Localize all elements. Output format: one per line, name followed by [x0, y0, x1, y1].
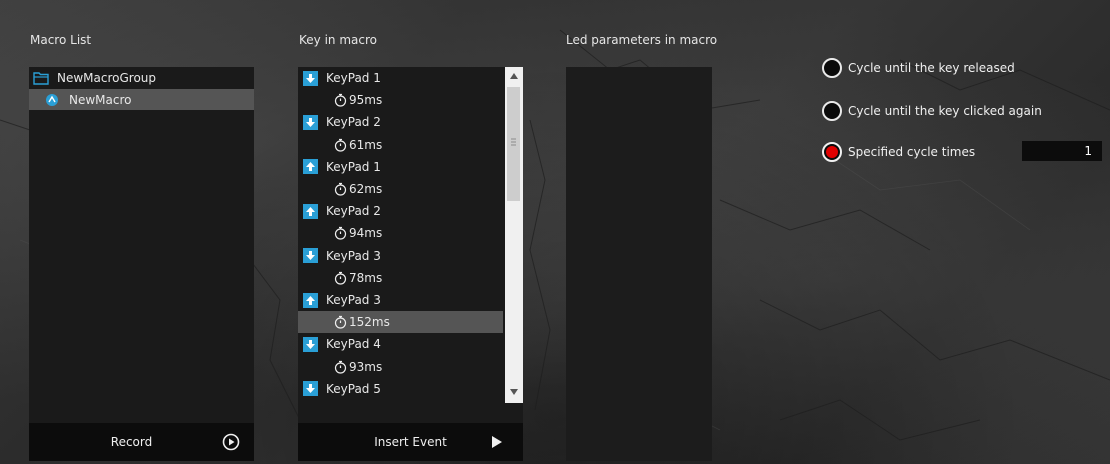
macro-icon	[45, 93, 59, 107]
macro-list-title: Macro List	[30, 33, 92, 47]
stopwatch-icon	[334, 182, 347, 196]
delay-event-row[interactable]: 62ms	[298, 178, 503, 200]
radio-cycle-until-released[interactable]	[822, 58, 842, 78]
record-button[interactable]: Record	[111, 435, 152, 449]
option-specified-cycle-times[interactable]: Specified cycle times	[822, 140, 975, 164]
delay-event: 61ms	[334, 138, 382, 152]
stopwatch-icon	[334, 138, 347, 152]
key-list-panel: KeyPad 1 95ms KeyPad 2 61ms KeyPad 1 62ms KeyP…	[298, 67, 523, 461]
option-label-specified-times: Specified cycle times	[848, 145, 976, 159]
delay-event-row[interactable]: 95ms	[298, 89, 503, 111]
stopwatch-icon	[334, 360, 347, 374]
macro-list-panel: NewMacroGroup NewMacro Record	[29, 67, 254, 461]
key-event-label: KeyPad 1	[326, 71, 381, 85]
insert-event-bar: Insert Event	[298, 423, 523, 461]
key-event-row[interactable]: KeyPad 5	[298, 378, 503, 400]
key-up-icon	[303, 159, 318, 175]
radio-cycle-until-clicked-again[interactable]	[822, 101, 842, 121]
delay-label: 152ms	[349, 315, 390, 330]
key-event-label: KeyPad 1	[326, 159, 381, 174]
key-event-row[interactable]: KeyPad 4	[298, 333, 503, 355]
macro-group-label: NewMacroGroup	[57, 70, 157, 85]
key-event-row[interactable]: KeyPad 1	[298, 67, 503, 89]
key-event-label: KeyPad 3	[326, 248, 381, 263]
stopwatch-icon	[334, 315, 347, 329]
macro-label: NewMacro	[69, 92, 132, 107]
macro-group-item[interactable]: NewMacroGroup	[29, 67, 254, 88]
stopwatch-icon	[334, 93, 347, 107]
key-up-icon	[303, 203, 318, 219]
delay-event-row[interactable]: 94ms	[298, 222, 503, 244]
key-down-icon	[303, 70, 318, 86]
delay-event: 78ms	[334, 271, 382, 285]
option-cycle-until-clicked-again[interactable]: Cycle until the key clicked again	[822, 99, 1042, 123]
delay-label: 95ms	[349, 93, 383, 108]
key-event-row[interactable]: KeyPad 2	[298, 111, 503, 133]
delay-label: 94ms	[349, 226, 383, 241]
play-arrow-icon[interactable]	[491, 436, 503, 448]
delay-event-row[interactable]: 152ms	[298, 311, 503, 334]
key-in-macro-title: Key in macro	[299, 33, 377, 47]
key-event-row[interactable]: KeyPad 3	[298, 245, 503, 267]
option-cycle-until-released[interactable]: Cycle until the key released	[822, 56, 1015, 80]
key-event-label: KeyPad 2	[326, 115, 381, 130]
led-parameters-title: Led parameters in macro	[566, 33, 718, 47]
delay-event: 95ms	[334, 93, 382, 107]
delay-event: 93ms	[334, 360, 382, 374]
key-event-label: KeyPad 4	[326, 337, 381, 352]
option-label-until-released: Cycle until the key released	[848, 61, 1015, 75]
delay-event: 62ms	[334, 182, 382, 196]
key-down-icon	[303, 248, 318, 264]
key-event-label: KeyPad 5	[326, 381, 381, 396]
key-down-icon	[303, 381, 318, 397]
macro-item[interactable]: NewMacro	[29, 89, 254, 110]
cycle-count-input[interactable]	[1022, 141, 1102, 161]
key-event-row[interactable]: KeyPad 2	[298, 200, 503, 222]
key-event-label: KeyPad 2	[326, 204, 381, 219]
scroll-down-icon[interactable]	[510, 389, 518, 395]
led-parameters-panel	[566, 67, 712, 461]
delay-label: 93ms	[349, 359, 383, 374]
option-label-until-clicked-again: Cycle until the key clicked again	[848, 104, 1042, 118]
key-event-row[interactable]: KeyPad 1	[298, 156, 503, 178]
key-up-icon	[303, 292, 318, 308]
play-icon[interactable]	[222, 433, 240, 451]
stopwatch-icon	[334, 271, 347, 285]
delay-label: 61ms	[349, 137, 383, 152]
delay-event-row[interactable]: 78ms	[298, 267, 503, 289]
scrollbar-thumb[interactable]	[507, 87, 520, 201]
record-bar: Record	[29, 423, 254, 461]
key-down-icon	[303, 114, 318, 130]
delay-event: 94ms	[334, 226, 382, 240]
delay-label: 62ms	[349, 182, 383, 196]
key-list-scrollbar[interactable]	[505, 67, 523, 403]
key-event-label: KeyPad 3	[326, 293, 381, 307]
delay-event-row[interactable]: 61ms	[298, 134, 503, 156]
key-down-icon	[303, 336, 318, 352]
folder-icon	[33, 71, 49, 85]
radio-specified-cycle-times[interactable]	[822, 142, 842, 162]
insert-event-button[interactable]: Insert Event	[374, 435, 447, 449]
delay-event-row[interactable]: 93ms	[298, 356, 503, 378]
delay-label: 78ms	[349, 270, 383, 285]
scroll-up-icon[interactable]	[510, 73, 518, 79]
stopwatch-icon	[334, 226, 347, 240]
key-event-row[interactable]: KeyPad 3	[298, 289, 503, 311]
delay-event: 152ms	[334, 315, 390, 329]
